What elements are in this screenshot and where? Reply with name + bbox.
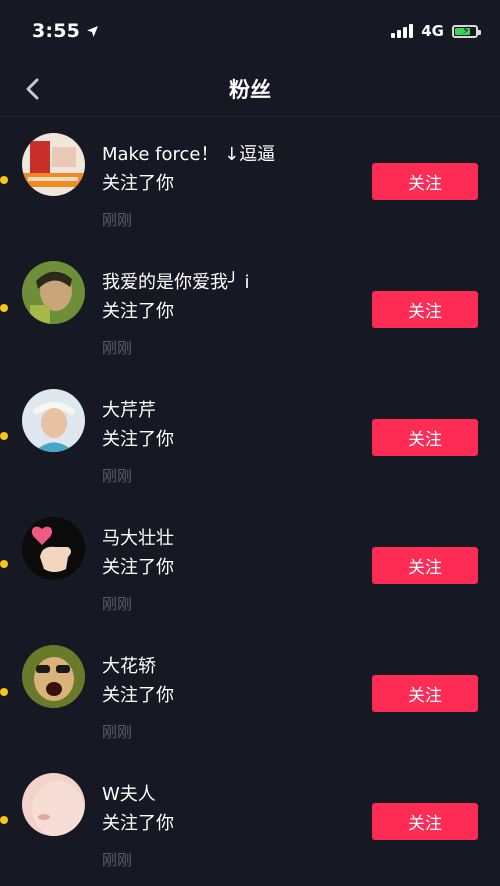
chevron-left-icon xyxy=(26,78,39,100)
follow-button[interactable]: 关注 xyxy=(372,675,478,712)
avatar[interactable] xyxy=(22,773,85,836)
unread-dot xyxy=(0,304,8,312)
location-arrow-icon xyxy=(87,25,99,37)
follower-name[interactable]: Make force！ ↓逗逼 xyxy=(102,140,275,166)
avatar[interactable] xyxy=(22,261,85,324)
status-time: 3:55 xyxy=(32,20,81,42)
battery-icon: ⚡ xyxy=(452,24,481,38)
signal-icon xyxy=(391,24,414,38)
back-button[interactable] xyxy=(18,72,48,106)
avatar[interactable] xyxy=(22,133,85,196)
follower-name[interactable]: 大芹芹 xyxy=(102,396,156,422)
network-label: 4G xyxy=(421,22,444,40)
timestamp: 刚刚 xyxy=(102,851,133,869)
follower-row[interactable]: 大芹芹 关注了你 刚刚 关注 xyxy=(0,374,500,502)
timestamp: 刚刚 xyxy=(102,339,133,357)
avatar[interactable] xyxy=(22,517,85,580)
follow-action-text: 关注了你 xyxy=(102,301,174,322)
follower-row[interactable]: 大花轿 关注了你 刚刚 关注 xyxy=(0,630,500,758)
follow-button[interactable]: 关注 xyxy=(372,419,478,456)
follow-action-text: 关注了你 xyxy=(102,685,174,706)
nav-bar: 粉丝 xyxy=(0,62,500,117)
page-title: 粉丝 xyxy=(229,78,271,102)
follow-button[interactable]: 关注 xyxy=(372,291,478,328)
follower-name[interactable]: W夫人 xyxy=(102,780,156,806)
timestamp: 刚刚 xyxy=(102,595,133,613)
follow-button[interactable]: 关注 xyxy=(372,163,478,200)
avatar[interactable] xyxy=(22,645,85,708)
follower-name[interactable]: 我爱的是你爱我╯ i xyxy=(102,268,250,294)
timestamp: 刚刚 xyxy=(102,467,133,485)
follower-row[interactable]: Make force！ ↓逗逼 关注了你 刚刚 关注 xyxy=(0,118,500,246)
follower-row[interactable]: W夫人 关注了你 刚刚 关注 xyxy=(0,758,500,886)
unread-dot xyxy=(0,688,8,696)
status-time-group: 3:55 xyxy=(32,20,99,42)
follow-action-text: 关注了你 xyxy=(102,557,174,578)
timestamp: 刚刚 xyxy=(102,211,133,229)
follower-name[interactable]: 马大壮壮 xyxy=(102,524,174,550)
follower-row[interactable]: 马大壮壮 关注了你 刚刚 关注 xyxy=(0,502,500,630)
follower-row[interactable]: 我爱的是你爱我╯ i 关注了你 刚刚 关注 xyxy=(0,246,500,374)
unread-dot xyxy=(0,816,8,824)
timestamp: 刚刚 xyxy=(102,723,133,741)
follow-action-text: 关注了你 xyxy=(102,429,174,450)
status-indicators: 4G ⚡ xyxy=(391,22,481,40)
follower-name[interactable]: 大花轿 xyxy=(102,652,156,678)
status-bar: 3:55 4G ⚡ xyxy=(0,0,500,62)
avatar[interactable] xyxy=(22,389,85,452)
follow-button[interactable]: 关注 xyxy=(372,803,478,840)
follow-action-text: 关注了你 xyxy=(102,173,174,194)
follower-list: Make force！ ↓逗逼 关注了你 刚刚 关注 我爱的是你爱我╯ i 关注… xyxy=(0,118,500,886)
unread-dot xyxy=(0,432,8,440)
unread-dot xyxy=(0,176,8,184)
follow-action-text: 关注了你 xyxy=(102,813,174,834)
unread-dot xyxy=(0,560,8,568)
follow-button[interactable]: 关注 xyxy=(372,547,478,584)
